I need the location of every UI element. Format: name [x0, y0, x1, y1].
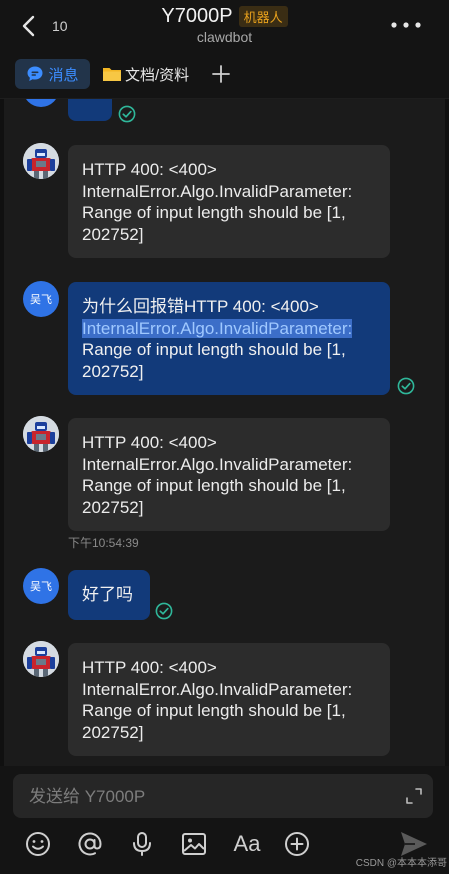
voice-button[interactable]	[128, 830, 156, 858]
bot-message-bubble[interactable]: HTTP 400: <400> InternalError.Algo.Inval…	[68, 643, 390, 756]
user-avatar[interactable]	[23, 99, 59, 107]
watermark: CSDN @本本本添哥	[355, 858, 447, 869]
message-line: HTTP 400: <400>	[82, 658, 217, 677]
more-dots-icon	[391, 22, 421, 28]
robot-avatar-icon	[23, 143, 59, 179]
message-line: HTTP 400: <400>	[82, 433, 217, 452]
message-line: InternalError.Algo.InvalidParameter:	[82, 181, 353, 201]
emoji-icon	[26, 832, 50, 856]
user-avatar-label: 吴飞	[30, 294, 52, 306]
user-message-bubble[interactable]: 好了吗	[68, 570, 150, 620]
chat-bubble-icon	[27, 66, 43, 81]
plus-circle-icon	[285, 832, 309, 856]
message-line: InternalError.Algo.InvalidParameter:	[82, 454, 353, 474]
message-input[interactable]	[27, 774, 391, 820]
user-avatar-label: 吴飞	[30, 581, 52, 593]
chat-subtitle: clawdbot	[196, 29, 253, 45]
at-sign-icon	[78, 832, 102, 856]
bot-avatar[interactable]	[23, 143, 59, 179]
tab-docs-label: 文档/资料	[125, 66, 190, 84]
message-input-box[interactable]	[13, 774, 433, 820]
more-actions-button[interactable]	[283, 830, 311, 858]
message-list[interactable]: Hi HTTP 400: <400> InternalError.Algo.In…	[4, 99, 445, 766]
bot-message-bubble[interactable]: HTTP 400: <400> InternalError.Algo.Inval…	[68, 145, 390, 258]
expand-icon[interactable]	[405, 787, 423, 805]
chat-title-block: Y7000P 机器人 clawdbot	[0, 5, 449, 45]
bot-avatar[interactable]	[23, 416, 59, 452]
read-check-icon	[397, 377, 415, 395]
read-check-icon	[155, 602, 173, 620]
message-line: 202752]	[82, 361, 144, 381]
composer: Aa CSDN @本本本添哥	[0, 766, 449, 874]
tab-messages-label: 消息	[48, 66, 79, 84]
image-icon	[182, 833, 206, 855]
emoji-button[interactable]	[24, 830, 52, 858]
chat-title[interactable]: Y7000P	[161, 5, 232, 28]
selected-text[interactable]: InternalError.Algo.InvalidParameter:	[82, 318, 353, 338]
message-line: Range of input length should be [1,	[82, 476, 346, 495]
folder-icon	[103, 68, 121, 81]
tab-docs[interactable]: 文档/资料	[102, 59, 189, 89]
user-message-bubble[interactable]: 为什么回报错HTTP 400: <400> InternalError.Algo…	[68, 282, 390, 395]
add-tab-button[interactable]	[208, 61, 234, 87]
read-check-icon	[118, 105, 136, 123]
image-button[interactable]	[180, 830, 208, 858]
bot-avatar[interactable]	[23, 641, 59, 677]
user-message-bubble[interactable]: Hi	[68, 99, 112, 121]
message-line: Range of input length should be [1,	[82, 701, 346, 720]
message-text: Hi	[82, 99, 98, 103]
message-line: HTTP 400: <400>	[82, 160, 217, 179]
user-avatar[interactable]: 吴飞	[23, 568, 59, 604]
robot-avatar-icon	[23, 416, 59, 452]
message-line: 202752]	[82, 722, 144, 742]
tab-messages[interactable]: 消息	[15, 59, 90, 89]
bot-message-bubble[interactable]: HTTP 400: <400> InternalError.Algo.Inval…	[68, 418, 390, 531]
message-timestamp: 下午10:54:39	[68, 536, 139, 550]
bot-badge: 机器人	[238, 6, 288, 27]
robot-avatar-icon	[23, 641, 59, 677]
message-text: 好了吗	[82, 585, 133, 604]
chat-tabs: 消息 文档/资料	[0, 52, 449, 99]
microphone-icon	[133, 832, 151, 856]
message-line: InternalError.Algo.InvalidParameter:	[82, 679, 353, 699]
font-format-icon: Aa	[233, 831, 261, 856]
chat-header: 10 Y7000P 机器人 clawdbot	[0, 0, 449, 52]
font-format-button[interactable]: Aa	[230, 830, 264, 858]
plus-icon	[212, 65, 230, 83]
more-button[interactable]	[389, 15, 423, 35]
message-line: Range of input length should be [1,	[82, 203, 346, 222]
message-line: Range of input length should be [1,	[82, 340, 346, 359]
message-line: 202752]	[82, 497, 144, 517]
mention-button[interactable]	[76, 830, 104, 858]
message-line: 为什么回报错HTTP 400: <400>	[82, 297, 319, 316]
user-avatar[interactable]: 吴飞	[23, 281, 59, 317]
message-line: 202752]	[82, 224, 144, 244]
